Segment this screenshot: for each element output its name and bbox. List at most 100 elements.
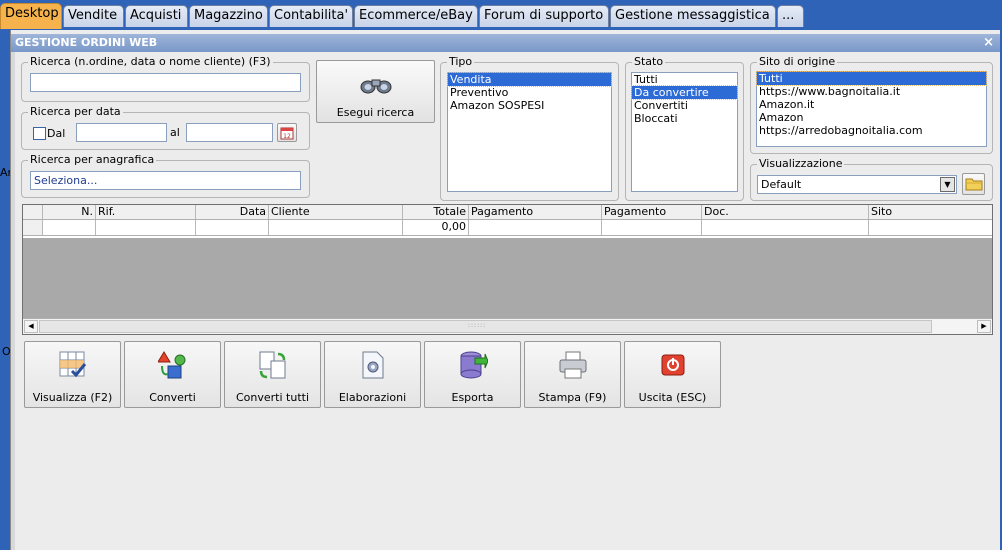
scroll-left-icon[interactable]: ◀ [24, 320, 38, 333]
uscita-button[interactable]: Uscita (ESC) [624, 341, 721, 408]
orders-grid[interactable]: N. Rif. Data Cliente Totale Pagamento Pa… [22, 204, 993, 335]
convert-documents-icon [259, 351, 286, 379]
table-cell[interactable] [196, 220, 269, 235]
esporta-button[interactable]: Esporta [424, 341, 521, 408]
table-cell[interactable] [869, 220, 992, 235]
date-from-checkbox[interactable] [33, 127, 46, 140]
date-to-label: al [170, 126, 180, 139]
sito-option-amazon-it[interactable]: Amazon.it [757, 98, 986, 111]
chevron-down-icon[interactable]: ▼ [940, 177, 955, 192]
grid-row-spacer [23, 236, 992, 238]
tab-magazzino[interactable]: Magazzino [189, 5, 268, 27]
row-indicator [23, 220, 43, 235]
search-group: Ricerca (n.ordine, data o nome cliente) … [21, 55, 310, 102]
scroll-right-icon[interactable]: ▶ [977, 320, 991, 333]
tab-acquisti[interactable]: Acquisti [125, 5, 188, 27]
calendar-button[interactable]: 12 [277, 123, 297, 142]
tab-contabilita[interactable]: Contabilita' [269, 5, 353, 27]
stampa-button[interactable]: Stampa (F9) [524, 341, 621, 408]
column-header[interactable]: Totale [403, 205, 469, 219]
table-cell[interactable]: 0,00 [403, 220, 469, 235]
table-cell[interactable] [702, 220, 869, 235]
scroll-grip-icon: :::::: [468, 322, 487, 329]
convert-shapes-icon [158, 351, 186, 379]
sito-group: Sito di origine Tutti https://www.bagnoi… [750, 55, 993, 154]
date-to-field[interactable] [186, 123, 273, 142]
column-header[interactable]: Sito [869, 205, 992, 219]
visualizzazione-legend: Visualizzazione [757, 157, 845, 170]
date-search-group: Ricerca per data Dal al 12 [21, 105, 310, 150]
run-search-label: Esegui ricerca [336, 106, 415, 119]
tab-bar: Desktop Vendite Acquisti Magazzino Conta… [0, 0, 1002, 30]
registry-select-field[interactable]: Seleziona... [30, 171, 301, 190]
search-legend: Ricerca (n.ordine, data o nome cliente) … [28, 55, 273, 68]
tab-more[interactable]: ... [777, 5, 804, 27]
stato-legend: Stato [632, 55, 666, 68]
date-from-field[interactable] [76, 123, 167, 142]
tipo-listbox[interactable]: Vendita Preventivo Amazon SOSPESI [447, 72, 612, 192]
grid-header: N. Rif. Data Cliente Totale Pagamento Pa… [23, 205, 992, 220]
row-indicator-header [23, 205, 43, 219]
grid-check-icon [59, 351, 87, 378]
visualizza-button[interactable]: Visualizza (F2) [24, 341, 121, 408]
sito-option-bagnoitalia[interactable]: https://www.bagnoitalia.it [757, 85, 986, 98]
table-cell[interactable] [469, 220, 602, 235]
tipo-option-amazon-sospesi[interactable]: Amazon SOSPESI [448, 99, 611, 112]
open-folder-button[interactable] [962, 173, 985, 195]
window-title: GESTIONE ORDINI WEB [15, 36, 158, 49]
elaborazioni-button[interactable]: Elaborazioni [324, 341, 421, 408]
run-search-button[interactable]: Esegui ricerca [316, 60, 435, 123]
table-cell[interactable] [96, 220, 196, 235]
table-cell[interactable] [43, 220, 96, 235]
left-border [11, 52, 15, 550]
column-header[interactable]: Rif. [96, 205, 196, 219]
binoculars-icon [360, 79, 392, 94]
tipo-group: Tipo Vendita Preventivo Amazon SOSPESI [440, 55, 619, 201]
table-cell[interactable] [269, 220, 403, 235]
visualizzazione-group: Visualizzazione Default ▼ [750, 157, 993, 201]
tipo-option-preventivo[interactable]: Preventivo [448, 86, 611, 99]
stato-group: Stato Tutti Da convertire Convertiti Blo… [625, 55, 744, 201]
table-cell[interactable] [602, 220, 702, 235]
converti-button[interactable]: Converti [124, 341, 221, 408]
calendar-icon: 12 [280, 127, 294, 140]
gear-document-icon [362, 351, 384, 379]
sito-option-amazon[interactable]: Amazon [757, 111, 986, 124]
tab-forum-di-supporto[interactable]: Forum di supporto [479, 5, 609, 27]
column-header[interactable]: Doc. [702, 205, 869, 219]
tipo-option-vendita[interactable]: Vendita [447, 72, 612, 87]
tab-desktop[interactable]: Desktop [0, 3, 62, 29]
tab-vendite[interactable]: Vendite [63, 5, 124, 27]
stato-option-convertiti[interactable]: Convertiti [632, 99, 737, 112]
close-icon[interactable]: × [983, 34, 994, 52]
column-header[interactable]: Cliente [269, 205, 403, 219]
sito-option-arredobagnoitalia[interactable]: https://arredobagnoitalia.com [757, 124, 986, 137]
column-header[interactable]: Pagamento [602, 205, 702, 219]
tipo-legend: Tipo [447, 55, 475, 68]
orders-window: GESTIONE ORDINI WEB × Ricerca (n.ordine,… [10, 30, 1000, 550]
registry-search-group: Ricerca per anagrafica Seleziona... [21, 153, 310, 198]
date-search-legend: Ricerca per data [28, 105, 123, 118]
stato-option-bloccati[interactable]: Bloccati [632, 112, 737, 125]
column-header[interactable]: Data [196, 205, 269, 219]
column-header[interactable]: Pagamento [469, 205, 602, 219]
sito-option-tutti[interactable]: Tutti [756, 71, 987, 86]
stato-option-da-convertire[interactable]: Da convertire [631, 85, 738, 100]
converti-label: Converti [149, 391, 196, 404]
tab-ecommerce-ebay[interactable]: Ecommerce/eBay [354, 5, 478, 27]
esporta-label: Esporta [451, 391, 494, 404]
search-input[interactable] [30, 73, 301, 92]
tab-gestione-messaggistica[interactable]: Gestione messaggistica [610, 5, 776, 27]
folder-icon [965, 178, 982, 191]
stato-listbox[interactable]: Tutti Da convertire Convertiti Bloccati [631, 72, 738, 192]
sito-listbox[interactable]: Tutti https://www.bagnoitalia.it Amazon.… [756, 71, 987, 147]
visualizzazione-select[interactable]: Default ▼ [757, 175, 957, 194]
power-exit-icon [661, 354, 685, 376]
column-header[interactable]: N. [43, 205, 96, 219]
table-row[interactable]: 0,00 [23, 220, 992, 236]
visualizzazione-value: Default [761, 178, 802, 191]
converti-tutti-button[interactable]: Converti tutti [224, 341, 321, 408]
stato-option-tutti[interactable]: Tutti [632, 73, 737, 86]
window-titlebar: GESTIONE ORDINI WEB × [11, 34, 1000, 52]
horizontal-scrollbar[interactable]: ◀ :::::: ▶ [23, 318, 992, 334]
